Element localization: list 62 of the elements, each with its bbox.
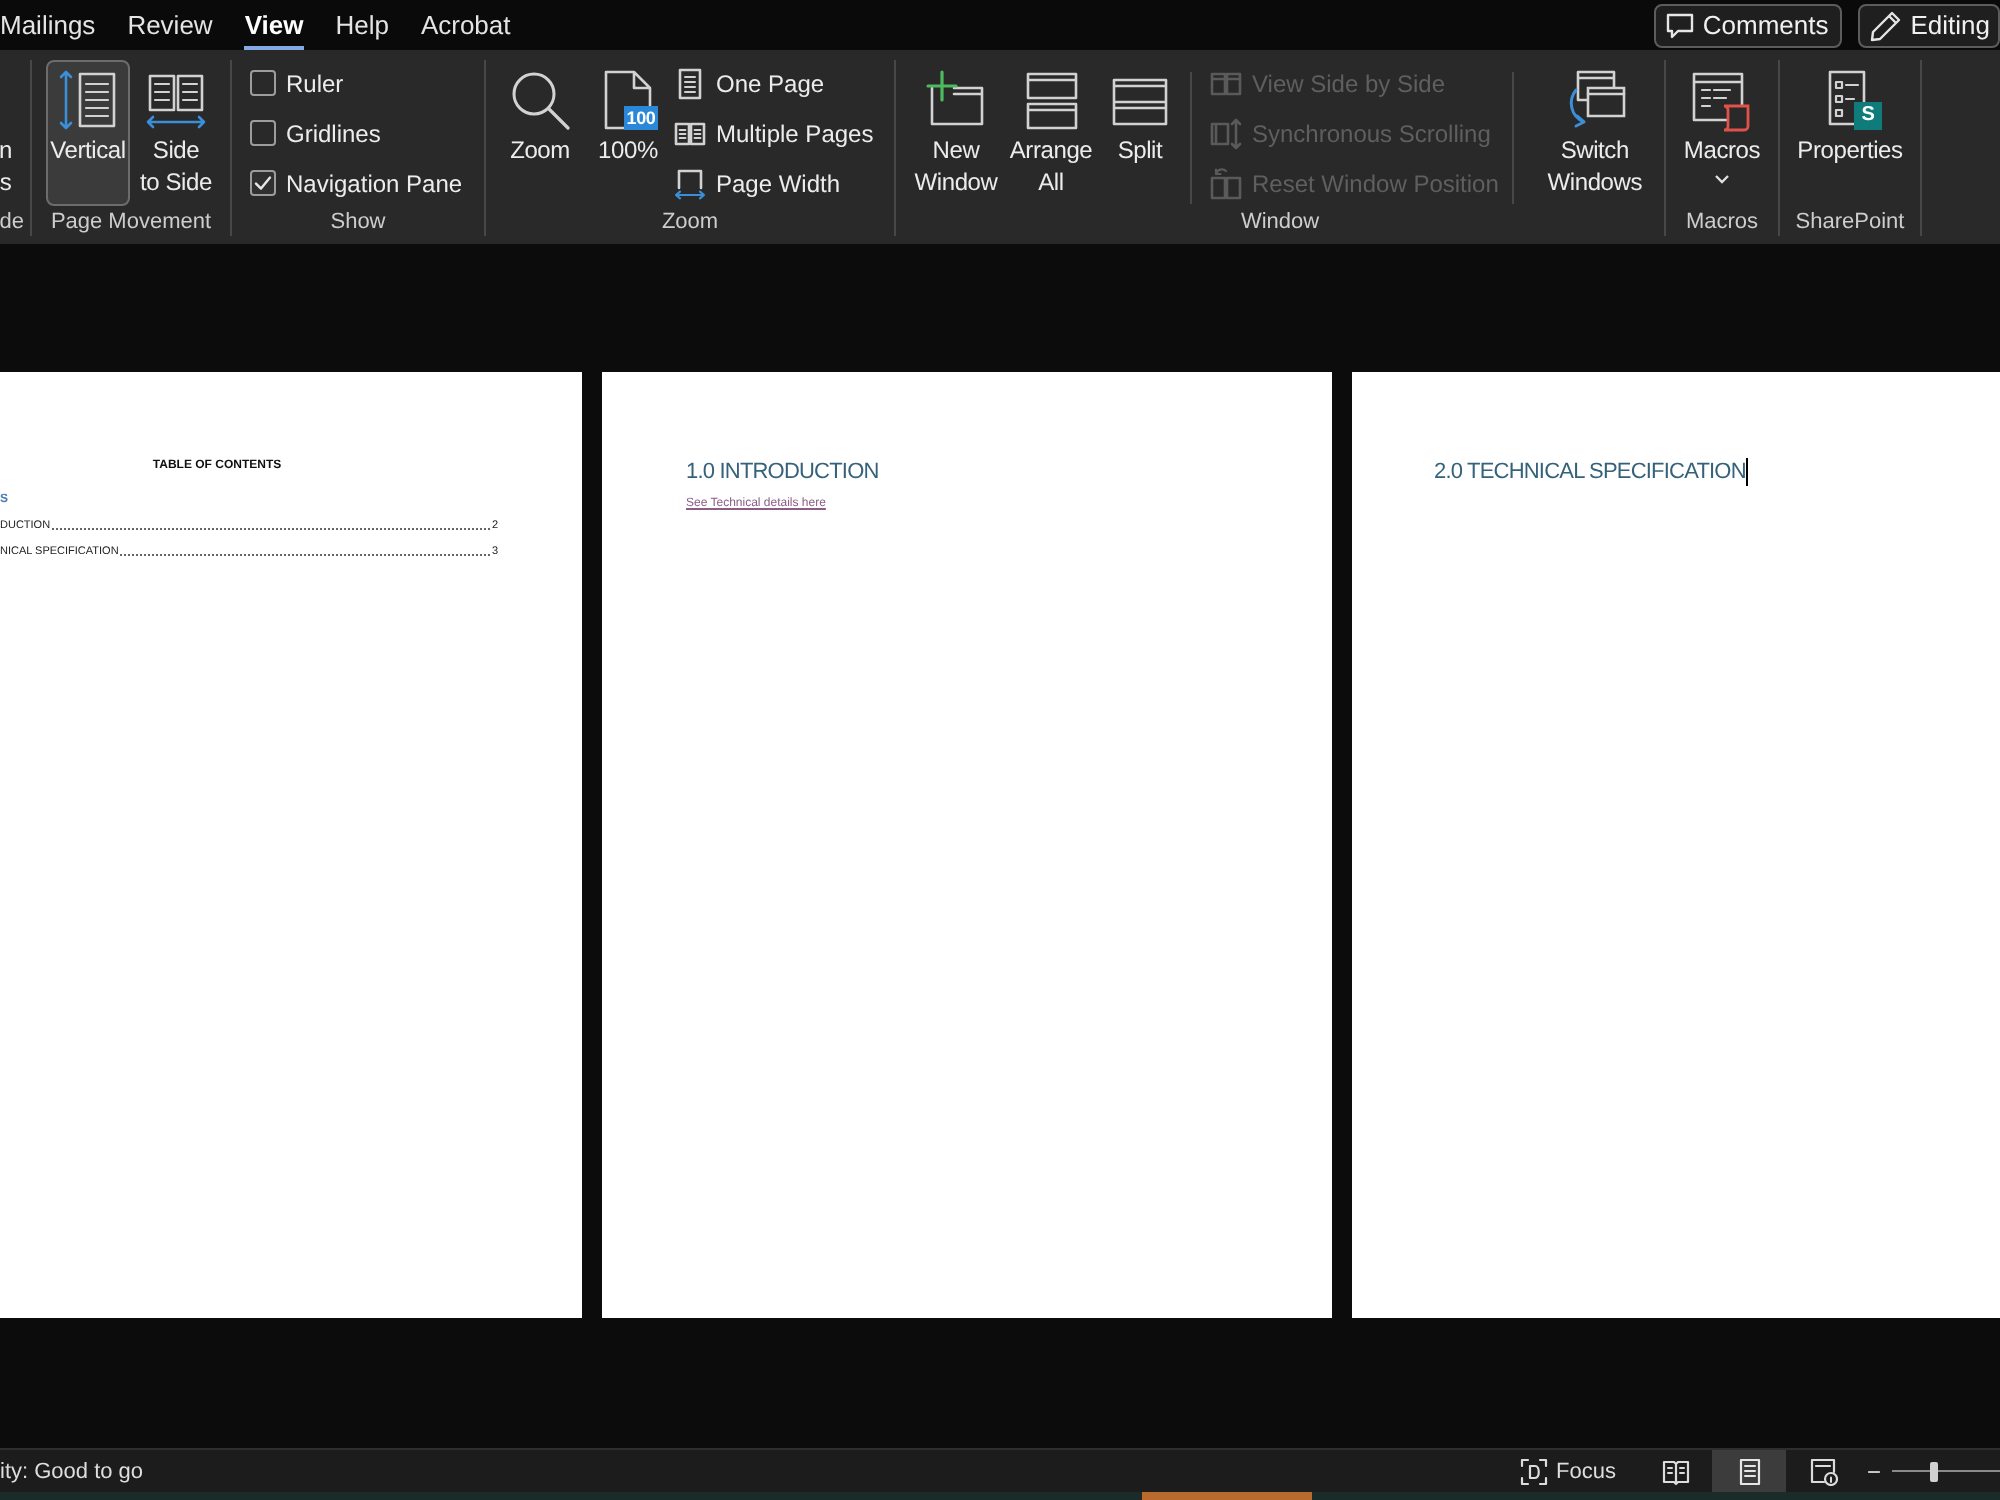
group-label: Macros (1685, 208, 1759, 236)
ribbon-button[interactable]: Vertical (46, 60, 130, 206)
pencil-icon (1870, 9, 1903, 41)
ribbon-button[interactable]: Macros (1676, 60, 1768, 206)
comment-icon (1666, 11, 1695, 39)
header-button[interactable]: Editing (1858, 3, 2000, 47)
group-label: Window (1240, 208, 1320, 236)
page-icon (674, 67, 706, 99)
ribbon-button[interactable]: Side to Side (134, 60, 218, 206)
view-button[interactable] (1712, 1450, 1786, 1492)
menu-tab[interactable]: Acrobat (420, 0, 511, 50)
ribbon-button[interactable]: S Properties (1788, 60, 1912, 206)
side-by-side-icon (1210, 67, 1242, 99)
status-text: ity: Good to go (0, 1459, 144, 1483)
page-vertical-arrow-icon (58, 70, 118, 130)
reset-window-icon (1210, 167, 1242, 199)
sync-scroll-icon (1210, 117, 1242, 149)
checkbox[interactable] (250, 120, 276, 146)
ribbon-button[interactable]: 100 100% (592, 60, 664, 206)
ribbon-button[interactable]: n s (0, 60, 30, 206)
ribbon-button[interactable]: One Page (672, 58, 880, 108)
checkbox-label: Gridlines (286, 119, 381, 147)
zoom-slider-thumb[interactable] (1930, 1461, 1939, 1481)
ribbon-button[interactable]: New Window (912, 60, 1000, 206)
ribbon-button[interactable]: Page Width (672, 158, 880, 208)
group-label: Show (330, 208, 386, 236)
group-label: Page Movement (50, 208, 212, 236)
chevron-down-icon (1714, 173, 1730, 183)
group-label: SharePoint (1795, 208, 1905, 236)
section-heading: 2.0 TECHNICAL SPECIFICATION (1434, 458, 1746, 486)
menu-tab[interactable]: Review (127, 0, 213, 50)
ribbon-button[interactable]: Arrange All (1006, 60, 1096, 206)
focus-icon (1520, 1457, 1549, 1485)
book-icon (1661, 1457, 1689, 1485)
macro-scroll-icon (1690, 68, 1754, 132)
section-heading: 1.0 INTRODUCTION (686, 458, 879, 486)
tick-icon (254, 174, 272, 192)
checkbox[interactable] (250, 170, 276, 196)
ribbon-button[interactable]: Zoom (500, 60, 580, 206)
page-width-icon (674, 167, 706, 199)
two-pages-icon (674, 117, 706, 149)
zoom-badge: 100 (624, 106, 658, 130)
magnifier-icon (510, 70, 570, 130)
web-page-icon (1809, 1457, 1837, 1485)
window-plus-icon (926, 70, 986, 130)
header-button[interactable]: Comments (1654, 3, 1843, 47)
group-label: de (0, 208, 24, 236)
checkbox-label: Navigation Pane (286, 169, 463, 197)
menu-tab[interactable]: Mailings (0, 0, 96, 50)
page-icon (1735, 1457, 1763, 1485)
zoom-out-button[interactable]: − (1860, 1450, 1888, 1492)
ribbon-button[interactable]: Multiple Pages (672, 108, 880, 158)
pages-horizontal-arrow-icon (146, 70, 206, 130)
checkbox[interactable] (250, 70, 276, 96)
properties-badge: S (1854, 102, 1882, 130)
ribbon-button[interactable]: Switch Windows (1524, 60, 1665, 206)
stacked-windows-icon (1021, 70, 1081, 130)
focus-button[interactable]: Focus (1512, 1450, 1624, 1492)
checkbox-label: Ruler (286, 69, 344, 97)
menu-tab[interactable]: Help (335, 0, 389, 50)
ribbon-button[interactable]: Split (1106, 60, 1174, 206)
group-label: Zoom (661, 208, 719, 236)
